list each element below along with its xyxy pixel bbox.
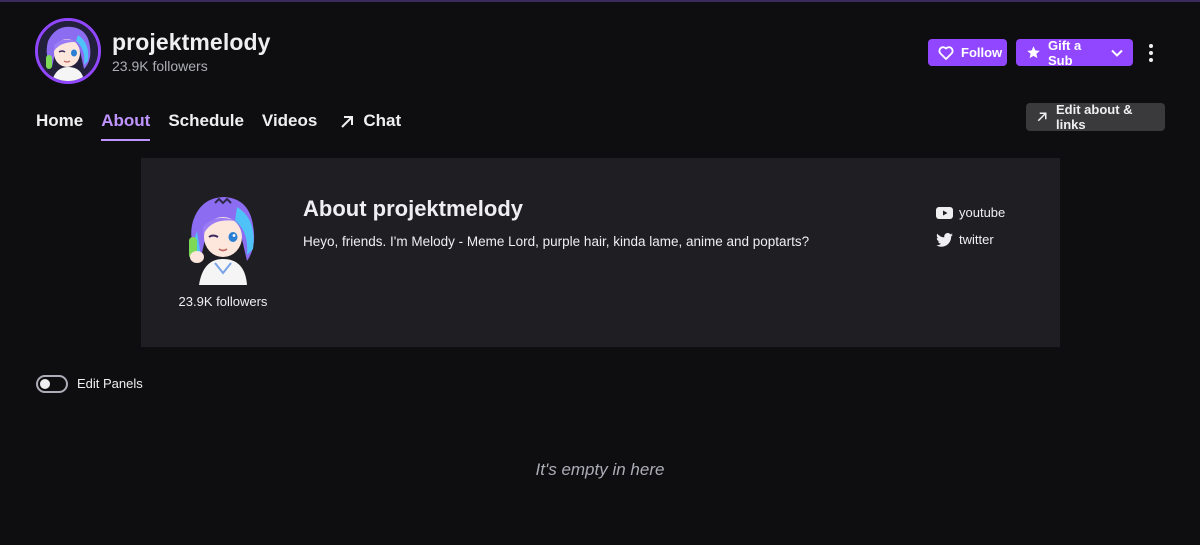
channel-avatar[interactable] bbox=[35, 18, 101, 84]
more-options-icon[interactable] bbox=[1139, 39, 1163, 66]
about-title: About projektmelody bbox=[303, 196, 524, 221]
about-card: 23.9K followers About projektmelody Heyo… bbox=[141, 158, 1060, 347]
social-youtube-label: youtube bbox=[959, 205, 1006, 220]
edit-about-label: Edit about & links bbox=[1056, 102, 1133, 132]
popout-arrow-icon bbox=[339, 114, 355, 130]
tab-schedule-label: Schedule bbox=[168, 111, 244, 130]
tab-videos[interactable]: Videos bbox=[262, 111, 317, 141]
top-accent-bar bbox=[0, 0, 1200, 2]
edit-panels-toggle[interactable] bbox=[36, 375, 68, 393]
tab-about[interactable]: About bbox=[101, 111, 151, 141]
chevron-down-icon bbox=[1111, 49, 1123, 57]
edit-panels-label: Edit Panels bbox=[77, 376, 143, 391]
avatar-illustration bbox=[38, 21, 98, 81]
about-bio: Heyo, friends. I'm Melody - Meme Lord, p… bbox=[303, 234, 810, 249]
follow-button-label: Follow bbox=[961, 45, 1003, 60]
social-link-twitter[interactable]: twitter bbox=[936, 232, 994, 247]
channel-tabs: Home About Schedule Videos Chat bbox=[36, 111, 419, 143]
toggle-knob bbox=[40, 379, 50, 389]
channel-header: projektmelody 23.9K followers Follow Gif… bbox=[35, 18, 1165, 88]
about-avatar bbox=[179, 191, 267, 285]
popout-arrow-icon bbox=[1036, 111, 1048, 123]
tab-chat-label: Chat bbox=[363, 111, 402, 130]
social-link-youtube[interactable]: youtube bbox=[936, 205, 1005, 220]
twitter-icon bbox=[936, 232, 953, 247]
tab-schedule[interactable]: Schedule bbox=[168, 111, 244, 141]
social-twitter-label: twitter bbox=[959, 232, 994, 247]
follow-button[interactable]: Follow bbox=[928, 39, 1007, 66]
channel-follower-count: 23.9K followers bbox=[112, 58, 208, 74]
tab-about-label: About bbox=[101, 111, 151, 130]
gift-sub-button[interactable]: Gift a Sub bbox=[1016, 37, 1133, 68]
empty-panels-message: It's empty in here bbox=[535, 460, 665, 479]
about-follower-count: 23.9K followers bbox=[178, 294, 268, 309]
avatar-illustration bbox=[189, 197, 255, 285]
gift-sub-label: Gift a Sub bbox=[1048, 37, 1082, 68]
channel-name[interactable]: projektmelody bbox=[112, 29, 271, 56]
tab-home-label: Home bbox=[36, 111, 84, 130]
edit-about-button[interactable]: Edit about & links bbox=[1026, 102, 1165, 132]
heart-icon bbox=[938, 45, 954, 60]
tab-home[interactable]: Home bbox=[36, 111, 83, 141]
tab-videos-label: Videos bbox=[261, 111, 318, 130]
tab-chat[interactable]: Chat bbox=[339, 111, 401, 141]
star-icon bbox=[1026, 45, 1041, 60]
youtube-icon bbox=[936, 206, 953, 219]
